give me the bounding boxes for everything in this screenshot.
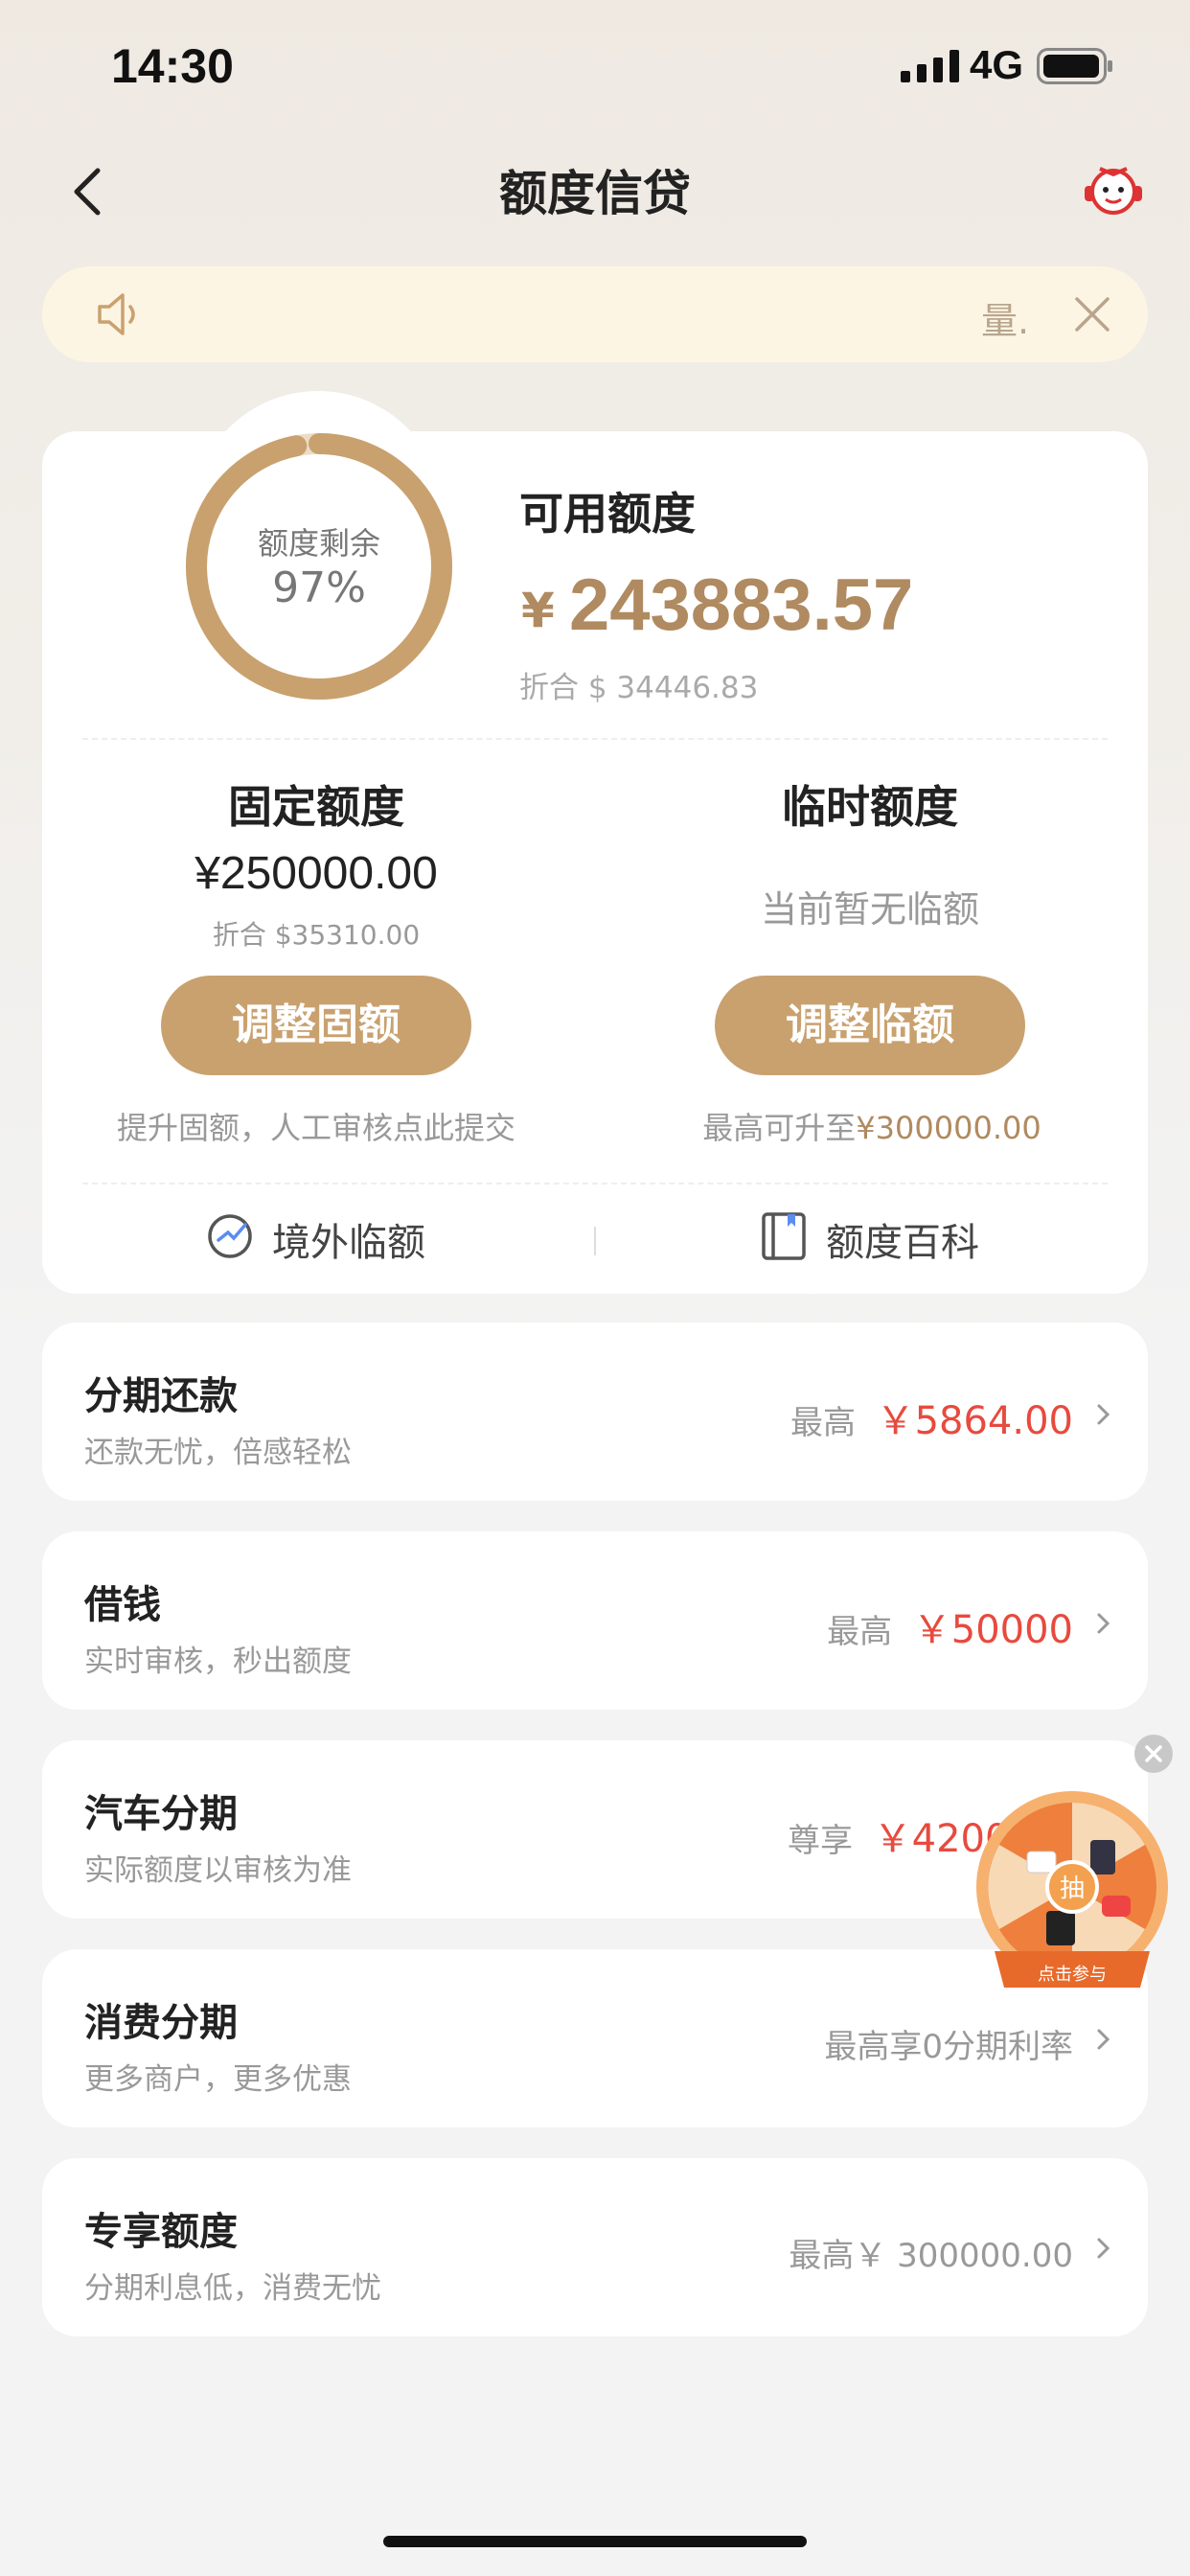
fixed-credit-title: 固定额度 [228, 781, 404, 833]
available-currency: ¥ [521, 583, 555, 638]
close-icon [1145, 1745, 1162, 1762]
lottery-center-label: 抽 [1060, 1874, 1085, 1903]
list-item-subtitle: 更多商户，更多优惠 [84, 2062, 352, 2097]
ring-label: 额度剩余 [257, 525, 380, 562]
ring-percent: 97% [272, 564, 366, 612]
temporary-hint-amount: ¥300000.00 [856, 1110, 1041, 1146]
available-credit-label: 可用额度 [519, 488, 696, 540]
list-item-subtitle: 分期利息低，消费无忧 [84, 2271, 381, 2306]
list-item-value: 最高 ￥50000 [827, 1598, 1073, 1654]
list-item-subtitle: 实时审核，秒出额度 [84, 1644, 352, 1679]
adjust-temporary-button[interactable]: 调整临额 [715, 976, 1025, 1075]
page-title: 额度信贷 [499, 166, 691, 221]
close-icon[interactable] [1073, 295, 1111, 334]
notice-text: 量... [981, 300, 1031, 342]
available-credit-amount: 243883.57 [569, 564, 914, 646]
fixed-credit-amount: ¥250000.00 [195, 848, 438, 899]
separator [594, 1227, 596, 1255]
list-item-title: 汽车分期 [84, 1792, 238, 1836]
value-prefix: 最高 [790, 1404, 856, 1442]
overseas-credit-link[interactable]: 境外临额 [272, 1211, 425, 1267]
chevron-right-icon [1097, 1404, 1110, 1425]
value-prefix: 尊享 [788, 1822, 853, 1860]
signal-icon [901, 50, 959, 82]
overseas-credit-icon [208, 1214, 252, 1258]
credit-encyclopedia-link[interactable]: 额度百科 [826, 1211, 979, 1267]
list-item-title: 借钱 [84, 1583, 161, 1627]
fixed-credit-hint[interactable]: 提升固额，人工审核点此提交 [48, 1104, 584, 1148]
battery-icon [1037, 48, 1112, 84]
temporary-hint-prefix: 最高可升至 [702, 1110, 857, 1146]
list-item-title: 专享额度 [84, 2210, 238, 2254]
list-item-value: 最高 ￥5864.00 [790, 1390, 1073, 1445]
list-item-title: 分期还款 [84, 1374, 238, 1418]
chevron-right-icon [1097, 2029, 1110, 2050]
book-icon [762, 1212, 806, 1260]
divider [82, 1183, 1108, 1184]
home-indicator [383, 2536, 807, 2547]
lottery-wheel[interactable]: 抽 点击参与 [973, 1788, 1171, 2001]
temporary-credit-title: 临时额度 [782, 781, 958, 833]
status-time: 14:30 [111, 39, 234, 93]
network-type: 4G [970, 42, 1024, 87]
lottery-banner-label: 点击参与 [1038, 1965, 1107, 1985]
available-credit-usd: 折合 $ 34446.83 [519, 671, 759, 705]
adjust-fixed-button[interactable]: 调整固额 [161, 976, 471, 1075]
chevron-right-icon [1097, 1613, 1110, 1634]
value-prefix: 最高 [827, 1613, 893, 1651]
value-amount: ￥5864.00 [876, 1399, 1073, 1443]
speaker-icon [98, 293, 135, 335]
temporary-credit-hint: 最高可升至¥300000.00 [613, 1104, 1131, 1148]
list-item-subtitle: 还款无忧，倍感轻松 [84, 1436, 352, 1470]
temporary-credit-status: 当前暂无临额 [760, 888, 979, 931]
value-amount: ￥50000 [912, 1608, 1073, 1652]
list-item-value: 最高享0分期利率 [824, 2028, 1073, 2066]
list-item-subtitle: 实际额度以审核为准 [84, 1853, 352, 1888]
chevron-right-icon [1097, 2238, 1110, 2259]
notice-bar[interactable]: 量... [42, 266, 1148, 362]
divider [82, 738, 1108, 740]
list-item-title: 消费分期 [84, 2001, 238, 2045]
lottery-close-button[interactable] [1134, 1735, 1173, 1773]
customer-service-icon[interactable] [1081, 161, 1146, 218]
list-item-value: 最高￥ 300000.00 [789, 2237, 1073, 2275]
fixed-credit-usd: 折合 $35310.00 [212, 919, 421, 951]
